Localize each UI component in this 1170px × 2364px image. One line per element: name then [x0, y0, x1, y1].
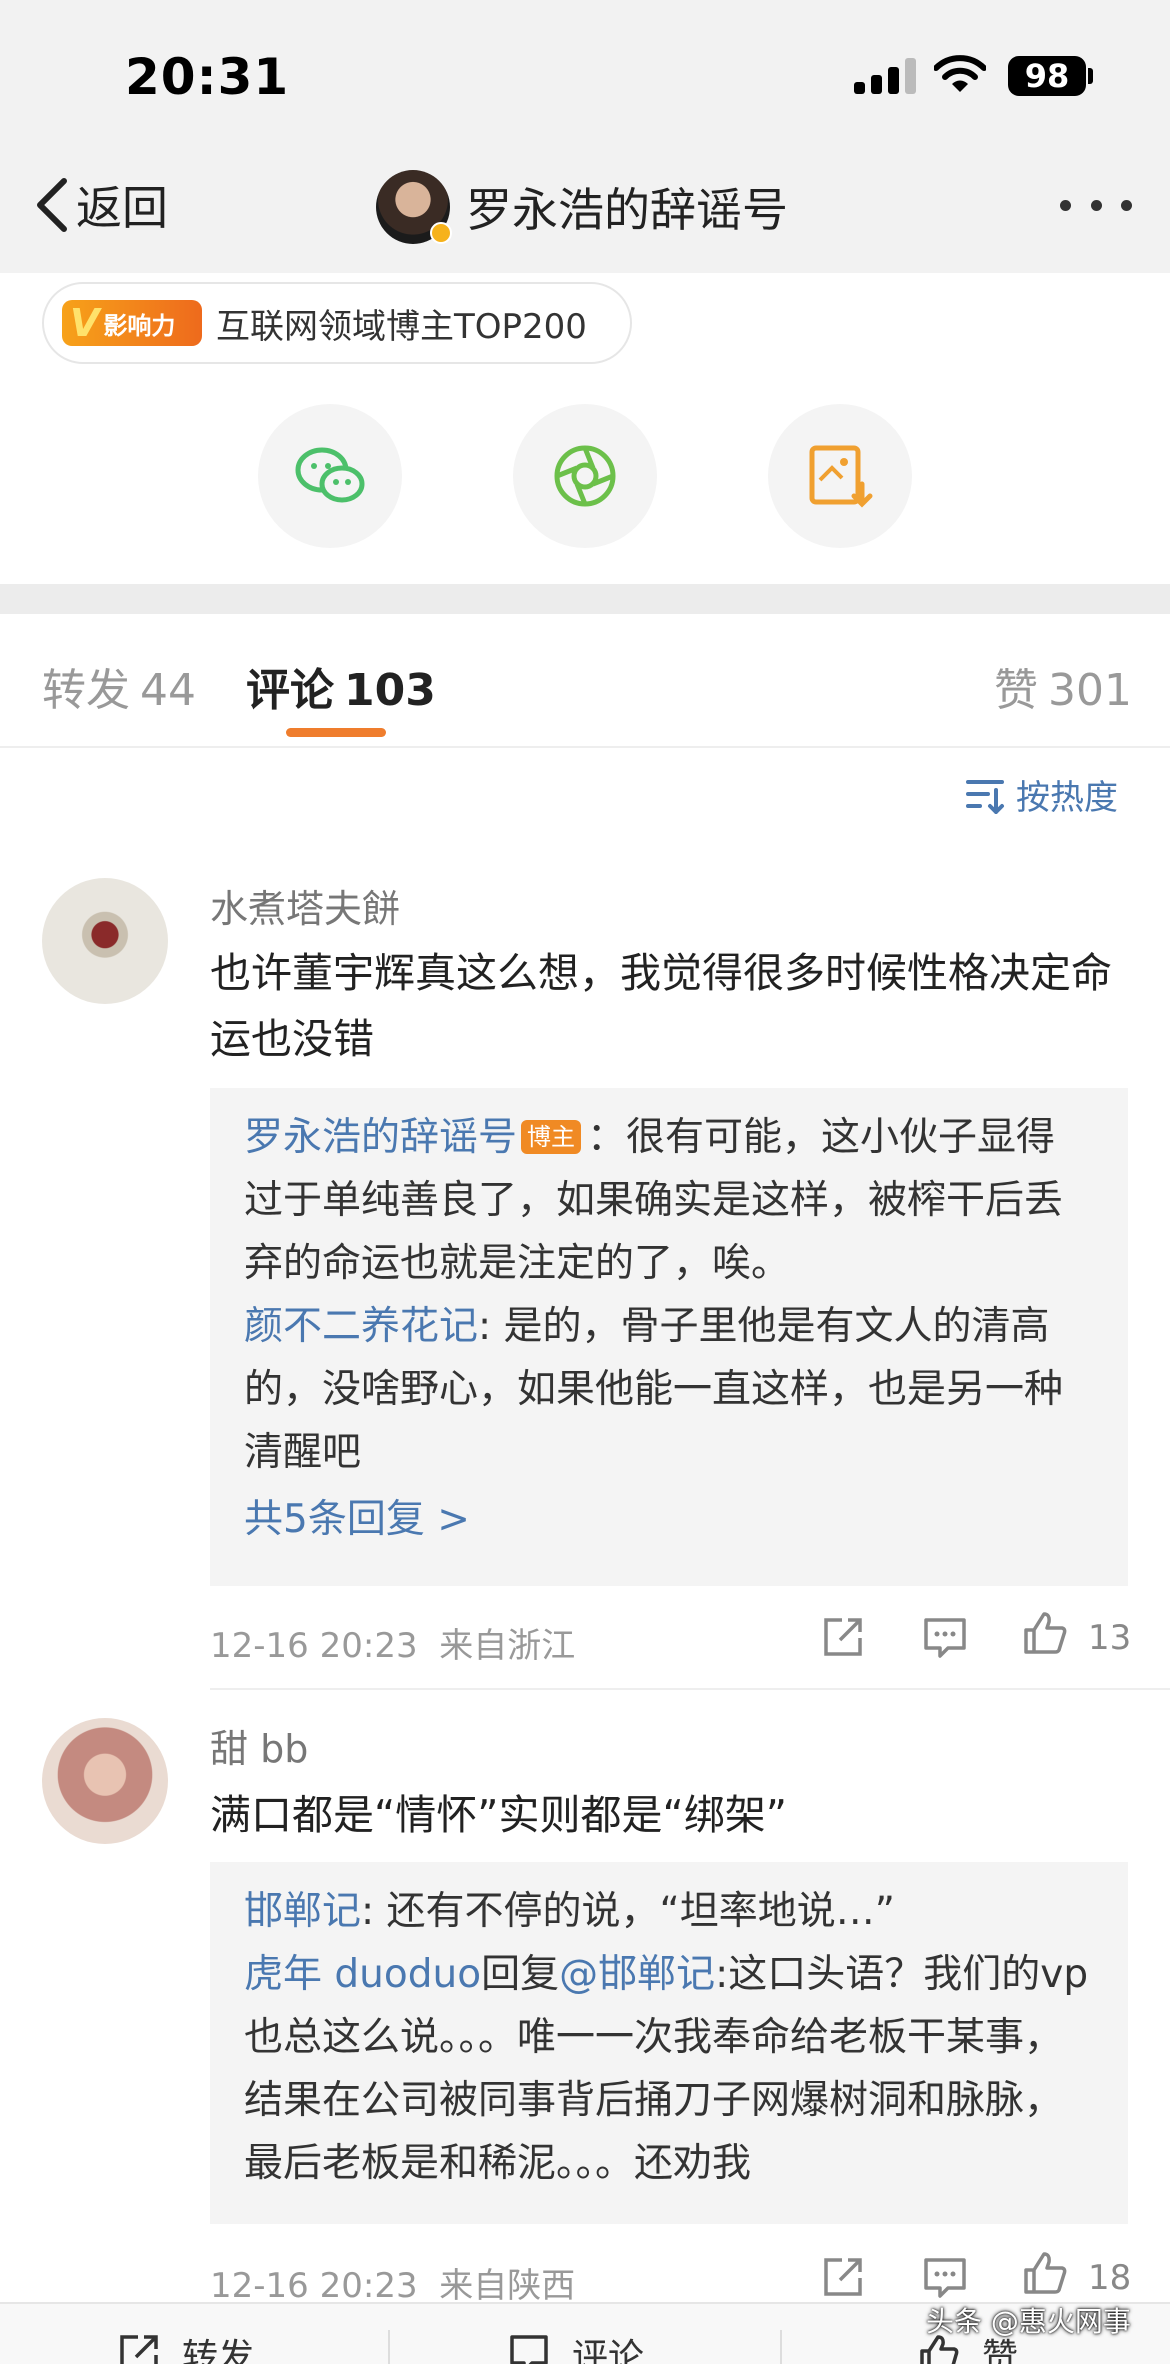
commenter-name[interactable]: 水煮塔夫餅 — [210, 878, 400, 933]
influence-badge[interactable]: V 影响力 互联网领域博主TOP200 — [42, 282, 632, 364]
back-button[interactable]: 返回 — [30, 170, 168, 240]
signal-icon — [854, 58, 916, 94]
battery-indicator: 98 — [1008, 56, 1086, 96]
tab-like[interactable]: 赞 301 — [994, 654, 1132, 718]
comment-meta: 12-16 20:23 来自陕西 — [210, 2266, 576, 2306]
repost-icon — [120, 2335, 158, 2364]
comment-text: 满口都是“情怀”实则都是“绑架” — [210, 1791, 787, 1839]
share-icon[interactable] — [820, 2254, 866, 2300]
header-area: 20:31 98 返回 罗永浩的辞谣号 — [0, 0, 1170, 273]
commenter-name[interactable]: 甜 bb — [210, 1718, 308, 1773]
weibo-comments-page: 20:31 98 返回 罗永浩的辞谣号 V 影响力 互联网领域博主TOP200 … — [0, 0, 1170, 2364]
thumbs-up-icon[interactable] — [1022, 2250, 1068, 2296]
more-icon[interactable] — [1060, 200, 1132, 214]
avatar[interactable] — [42, 878, 168, 1004]
sort-label: 按热度 — [1016, 778, 1118, 818]
reply-item: 虎年 duoduo回复@邯郸记:这口头语？我们的vp也总这么说。。。唯一一次我奉… — [244, 1952, 1089, 2186]
bar-separator — [780, 2330, 782, 2364]
comment-icon — [510, 2335, 548, 2364]
chevron-left-icon — [37, 178, 67, 232]
share-icon[interactable] — [820, 1614, 866, 1660]
tab-comment[interactable]: 评论 103 — [246, 654, 436, 718]
avatar[interactable] — [42, 1718, 168, 1844]
reply-item: 罗永浩的辞谣号 博主 ：很有可能，这小伙子显得过于单纯善良了，如果确实是这样，被榨干… — [244, 1115, 1064, 1286]
comment-text: 也许董宇辉真这么想，我觉得很多时候性格决定命运也没错 — [210, 949, 1112, 1063]
more-replies-link[interactable]: 共5条回复 > — [244, 1488, 1094, 1552]
sort-button[interactable]: 按热度 — [964, 770, 1118, 819]
bar-separator — [388, 2330, 390, 2364]
like-count: 13 — [1088, 1618, 1132, 1658]
comment-meta: 12-16 20:23 来自浙江 — [210, 1626, 576, 1666]
back-label: 返回 — [76, 181, 168, 235]
section-divider — [0, 584, 1170, 614]
battery-tip — [1088, 68, 1093, 84]
blogger-badge: 博主 — [521, 1119, 582, 1154]
share-wechat-button[interactable] — [258, 404, 402, 548]
bottom-comment-button[interactable]: 评论 — [508, 2328, 644, 2364]
status-time: 20:31 — [125, 48, 290, 106]
reply-item: 颜不二养花记: 是的，骨子里他是有文人的清高的，没啥野心，如果他能一直这样，也是… — [244, 1304, 1064, 1475]
reply-box[interactable]: 罗永浩的辞谣号 博主 ：很有可能，这小伙子显得过于单纯善良了，如果确实是这样，被榨干… — [210, 1088, 1128, 1586]
tab-active-indicator — [286, 728, 386, 737]
influence-logo: V 影响力 — [62, 300, 202, 346]
wechat-icon — [295, 447, 365, 503]
page-title: 罗永浩的辞谣号 — [466, 183, 788, 237]
nav-user[interactable]: 罗永浩的辞谣号 — [376, 170, 788, 244]
sort-icon — [966, 779, 1004, 814]
thumbs-up-icon[interactable] — [1022, 1610, 1068, 1656]
tab-bar: 转发 44 评论 103 赞 301 — [0, 614, 1170, 748]
tab-repost[interactable]: 转发 44 — [42, 654, 196, 718]
moments-icon — [554, 445, 616, 507]
reply-item: 邯郸记: 还有不停的说，“坦率地说…” — [244, 1889, 895, 1934]
bottom-repost-button[interactable]: 转发 — [118, 2328, 254, 2364]
comment-icon[interactable] — [922, 2254, 968, 2300]
reply-box[interactable]: 邯郸记: 还有不停的说，“坦率地说…” 虎年 duoduo回复@邯郸记:这口头语… — [210, 1862, 1128, 2224]
wifi-icon — [934, 55, 986, 92]
comment-icon[interactable] — [922, 1614, 968, 1660]
like-count: 18 — [1088, 2258, 1132, 2298]
save-image-button[interactable] — [768, 404, 912, 548]
comment-divider — [210, 1688, 1170, 1690]
save-image-icon — [809, 445, 873, 508]
watermark: 头条 @惠火网事 — [926, 2305, 1131, 2338]
share-moments-button[interactable] — [513, 404, 657, 548]
verified-icon — [430, 222, 452, 244]
badge-text: 互联网领域博主TOP200 — [216, 306, 587, 347]
avatar — [376, 170, 452, 244]
